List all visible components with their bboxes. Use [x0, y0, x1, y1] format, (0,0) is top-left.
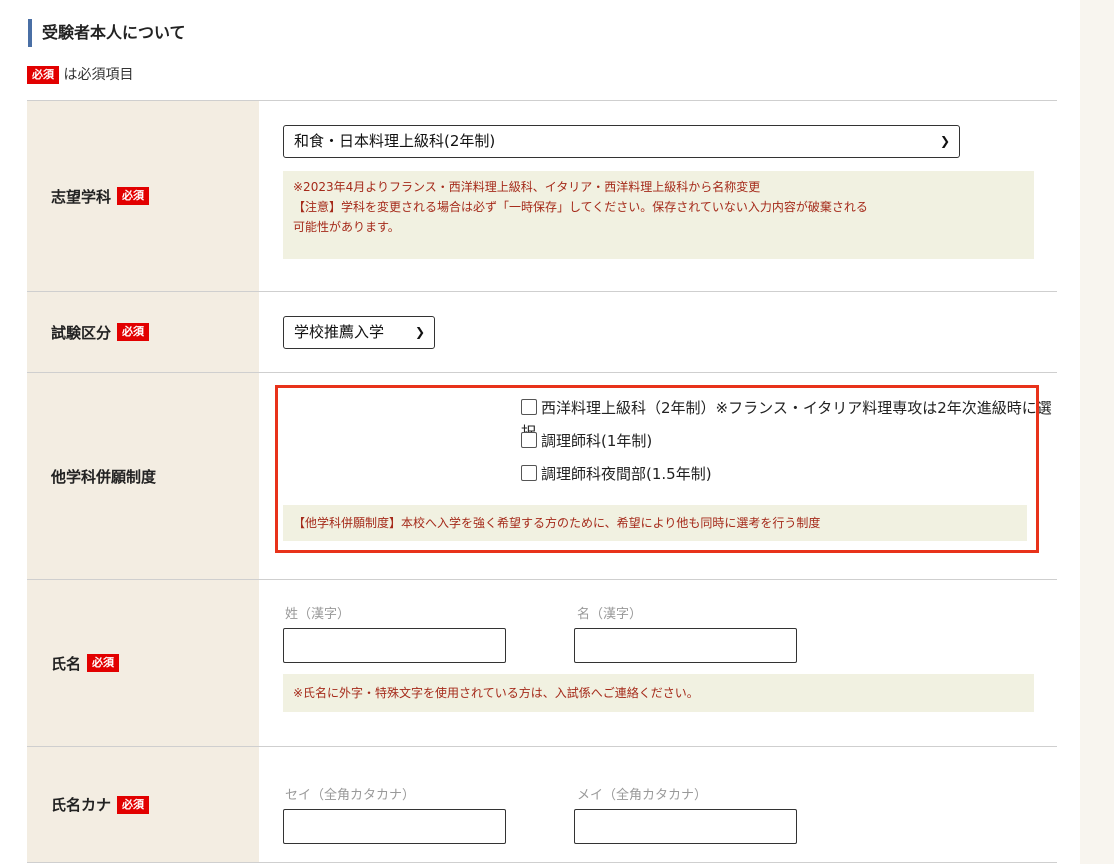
first-name-label: 名（漢字）: [577, 607, 643, 622]
combined-label: 他学科併願制度: [51, 467, 157, 486]
department-note: ※2023年4月よりフランス・西洋料理上級科、イタリア・西洋料理上級科から名称変…: [283, 171, 1034, 259]
last-name-label: 姓（漢字）: [285, 607, 351, 622]
required-badge: 必須: [117, 187, 150, 205]
name-label: 氏名: [51, 654, 82, 673]
last-name-input[interactable]: [283, 628, 506, 663]
combined-label-cell: 他学科併願制度: [27, 373, 259, 579]
exam-type-label: 試験区分: [51, 323, 112, 342]
row-exam-type: 試験区分 必須 学校推薦入学 ❯: [27, 292, 1057, 373]
department-label-cell: 志望学科 必須: [27, 101, 259, 291]
last-name-kana-label: セイ（全角カタカナ）: [285, 788, 416, 803]
department-select[interactable]: 和食・日本料理上級科(2年制) ❯: [283, 125, 960, 158]
department-select-value: 和食・日本料理上級科(2年制): [294, 132, 496, 150]
highlight-frame: [275, 385, 1039, 553]
right-side-panel: [1080, 0, 1114, 864]
last-name-kana-input[interactable]: [283, 809, 506, 844]
chevron-down-icon: ❯: [939, 134, 950, 148]
department-note-line2: 【注意】学科を変更される場合は必ず「一時保存」してください。保存されていない入力…: [293, 200, 868, 214]
name-kana-input-cell: セイ（全角カタカナ） メイ（全角カタカナ）: [259, 747, 1057, 862]
name-input-cell: 姓（漢字） 名（漢字） ※氏名に外字・特殊文字を使用されている方は、入試係へご連…: [259, 580, 1057, 746]
name-note: ※氏名に外字・特殊文字を使用されている方は、入試係へご連絡ください。: [283, 674, 1034, 712]
applicant-form: 志望学科 必須 和食・日本料理上級科(2年制) ❯ ※2023年4月よりフランス…: [27, 100, 1057, 863]
department-note-line3: 可能性があります。: [293, 220, 400, 234]
section-title: 受験者本人について: [28, 19, 186, 47]
name-label-cell: 氏名 必須: [27, 580, 259, 746]
exam-type-input-cell: 学校推薦入学 ❯: [259, 292, 1057, 372]
chevron-down-icon: ❯: [414, 325, 425, 339]
required-legend: 必須 は必須項目: [27, 64, 133, 86]
name-kana-label-cell: 氏名カナ 必須: [27, 747, 259, 862]
name-kana-label: 氏名カナ: [51, 796, 112, 814]
combined-input-cell: 西洋料理上級科（2年制）※フランス・イタリア料理専攻は2年次進級時に選択 調理師…: [259, 373, 1057, 579]
exam-type-label-cell: 試験区分 必須: [27, 292, 259, 372]
department-input-cell: 和食・日本料理上級科(2年制) ❯ ※2023年4月よりフランス・西洋料理上級科…: [259, 101, 1057, 291]
first-name-kana-input[interactable]: [574, 809, 797, 844]
department-label: 志望学科: [51, 187, 112, 206]
required-badge: 必須: [87, 654, 120, 672]
department-note-line1: ※2023年4月よりフランス・西洋料理上級科、イタリア・西洋料理上級科から名称変…: [293, 180, 761, 194]
exam-type-select-value: 学校推薦入学: [294, 323, 385, 341]
row-name: 氏名 必須 姓（漢字） 名（漢字） ※氏名に外字・特殊文字を使用されている方は、…: [27, 580, 1057, 747]
first-name-input[interactable]: [574, 628, 797, 663]
row-department: 志望学科 必須 和食・日本料理上級科(2年制) ❯ ※2023年4月よりフランス…: [27, 101, 1057, 292]
required-legend-text: は必須項目: [63, 67, 134, 83]
required-badge: 必須: [117, 795, 150, 814]
first-name-kana-label: メイ（全角カタカナ）: [577, 788, 708, 803]
exam-type-select[interactable]: 学校推薦入学 ❯: [283, 316, 435, 349]
row-combined-application: 他学科併願制度 西洋料理上級科（2年制）※フランス・イタリア料理専攻は2年次進級…: [27, 373, 1057, 580]
required-badge: 必須: [27, 66, 59, 84]
required-badge: 必須: [117, 323, 150, 341]
row-name-kana: 氏名カナ 必須 セイ（全角カタカナ） メイ（全角カタカナ）: [27, 747, 1057, 863]
